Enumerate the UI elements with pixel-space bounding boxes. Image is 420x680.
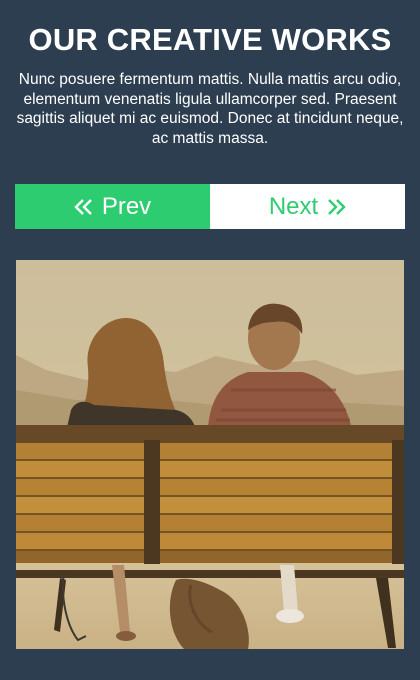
prev-label: Prev <box>101 192 152 220</box>
prev-button[interactable]: Prev <box>15 184 210 229</box>
next-button[interactable]: Next <box>210 184 405 229</box>
double-chevron-right-icon <box>326 198 346 215</box>
gallery-nav: Prev Next <box>15 184 405 229</box>
couple-on-bench-photo <box>16 260 404 649</box>
gallery-image[interactable] <box>16 260 404 649</box>
section-title: OUR CREATIVE WORKS <box>28 22 392 57</box>
next-label: Next <box>268 192 319 220</box>
creative-works-section: OUR CREATIVE WORKS Nunc posuere fermentu… <box>0 0 420 680</box>
section-description: Nunc posuere fermentum mattis. Nulla mat… <box>16 71 404 147</box>
double-chevron-left-icon <box>74 198 94 215</box>
